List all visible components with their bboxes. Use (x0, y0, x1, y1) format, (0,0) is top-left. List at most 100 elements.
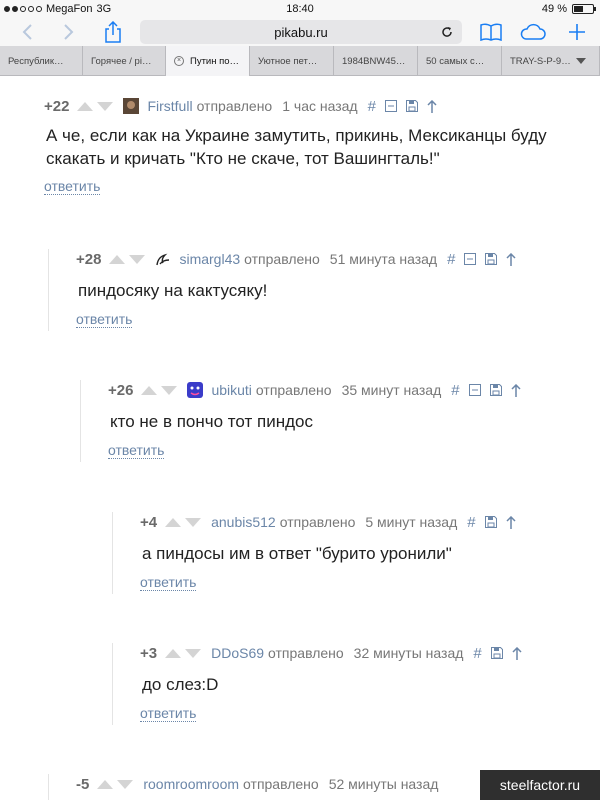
comment: +3 DDoS69 отправлено 32 минуты назад # д… (112, 643, 600, 725)
vote-up-icon[interactable] (97, 779, 114, 789)
vote-down-icon[interactable] (97, 101, 114, 111)
vote-up-icon[interactable] (165, 648, 182, 658)
thread-line (112, 512, 113, 594)
avatar (156, 253, 170, 266)
comment-author[interactable]: DDoS69 (211, 645, 264, 661)
vote-down-icon[interactable] (185, 648, 202, 658)
collapse-icon[interactable] (384, 100, 397, 112)
comment-actions: # (368, 98, 437, 115)
parent-arrow-icon[interactable] (506, 252, 516, 266)
comment-text: а пиндосы им в ответ "бурито уронили" (142, 542, 452, 565)
comment-time: 5 минут назад (365, 514, 458, 530)
tab-1[interactable]: Республик… (0, 46, 83, 76)
forward-button[interactable] (56, 20, 82, 44)
comment-link-icon[interactable]: # (451, 382, 459, 399)
vote-up-icon[interactable] (77, 101, 94, 111)
thread-line (48, 249, 49, 331)
comment-rating: +4 (140, 513, 158, 531)
comments-thread: +22 Firstfull отправлено 1 час назад # А… (0, 77, 600, 800)
new-tab-button[interactable] (564, 20, 590, 44)
avatar (187, 382, 204, 398)
tab-4[interactable]: Уютное пет… (250, 46, 334, 76)
comment-author[interactable]: simargl43 (179, 251, 240, 267)
comment-text-line: пиндосяку на кактусяку! (78, 281, 268, 300)
vote-down-icon[interactable] (185, 517, 202, 527)
back-button[interactable] (14, 20, 40, 44)
vote-up-icon[interactable] (109, 254, 126, 264)
collapse-icon[interactable] (468, 384, 481, 396)
thread-line (80, 380, 81, 462)
reply-link[interactable]: ответить (140, 705, 197, 722)
watermark: steelfactor.ru (480, 770, 600, 800)
comment-link-icon[interactable]: # (467, 514, 475, 531)
parent-arrow-icon[interactable] (506, 515, 516, 529)
tab-3-active[interactable]: × Путин по… (166, 46, 250, 76)
comment-text-line: А че, если как на Украине замутить, прик… (46, 126, 547, 145)
comment-rating: -5 (76, 775, 90, 793)
comment-header: -5 roomroomroom отправлено 52 минуты наз… (76, 774, 438, 794)
comment-link-icon[interactable]: # (447, 251, 455, 268)
tab-5[interactable]: 1984BNW45… (334, 46, 418, 76)
carrier-name: MegaFon (46, 3, 93, 15)
save-icon[interactable] (489, 384, 502, 396)
status-bar: MegaFon 3G 18:40 49 % (0, 0, 600, 18)
comment-sent-label: отправлено (244, 251, 320, 267)
comment-sent-label: отправлено (196, 98, 273, 114)
reply-link[interactable]: ответить (140, 574, 197, 591)
comment: +22 Firstfull отправлено 1 час назад # А… (44, 96, 600, 206)
chevron-right-icon (64, 24, 74, 40)
comment-author[interactable]: Firstfull (147, 98, 192, 114)
comment-actions: # (447, 251, 516, 268)
save-icon[interactable] (485, 253, 498, 265)
reply-link[interactable]: ответить (76, 311, 133, 328)
tab-2[interactable]: Горячее / pi… (83, 46, 166, 76)
collapse-icon[interactable] (464, 253, 477, 265)
reply-link[interactable]: ответить (44, 178, 101, 195)
network-type: 3G (96, 3, 112, 15)
comment-text: кто не в пончо тот пиндос (110, 410, 313, 433)
close-tab-icon[interactable]: × (174, 56, 184, 66)
save-icon[interactable] (490, 647, 503, 659)
parent-arrow-icon[interactable] (512, 646, 522, 660)
comment-text-line: до слез:D (142, 675, 219, 694)
save-icon[interactable] (484, 516, 497, 528)
battery-level (574, 6, 583, 12)
parent-arrow-icon[interactable] (511, 383, 521, 397)
comment-text-line: кто не в пончо тот пиндос (110, 412, 313, 431)
parent-arrow-icon[interactable] (427, 99, 437, 113)
tab-label: TRAY-S-P-9… (510, 55, 571, 67)
tab-label: Горячее / pi… (91, 55, 152, 67)
comment-time: 32 минуты назад (353, 645, 464, 661)
url-text: pikabu.ru (274, 24, 328, 40)
vote-up-icon[interactable] (141, 385, 158, 395)
comment-header: +26 ubikuti отправлено 35 минут назад # (108, 380, 521, 400)
icloud-tabs-button[interactable] (520, 20, 546, 44)
comment-sent-label: отправлено (243, 776, 319, 792)
vote-down-icon[interactable] (129, 254, 146, 264)
tab-6[interactable]: 50 самых с… (418, 46, 502, 76)
save-icon[interactable] (405, 100, 418, 112)
bookmarks-button[interactable] (478, 20, 504, 44)
comment-time: 52 минуты назад (328, 776, 439, 792)
vote-up-icon[interactable] (165, 517, 182, 527)
tabs-overflow-icon[interactable] (576, 58, 586, 64)
comment-time: 1 час назад (282, 98, 358, 114)
reply-link[interactable]: ответить (108, 442, 165, 459)
comment-header: +3 DDoS69 отправлено 32 минуты назад # (140, 643, 522, 663)
reload-button[interactable] (438, 23, 456, 41)
address-bar[interactable]: pikabu.ru (140, 20, 462, 44)
comment-author[interactable]: anubis512 (211, 514, 276, 530)
share-button[interactable] (100, 20, 126, 44)
battery-percent: 49 % (541, 3, 567, 15)
book-icon (480, 23, 502, 41)
vote-down-icon[interactable] (161, 385, 178, 395)
vote-down-icon[interactable] (117, 779, 134, 789)
comment-author[interactable]: roomroomroom (143, 776, 239, 792)
tab-label: Республик… (8, 55, 64, 67)
comment-link-icon[interactable]: # (473, 645, 481, 662)
comment-author[interactable]: ubikuti (211, 382, 251, 398)
comment-rating: +22 (44, 97, 70, 115)
tab-bar: Республик… Горячее / pi… × Путин по… Уютн… (0, 46, 600, 76)
plus-icon (569, 24, 585, 40)
comment-link-icon[interactable]: # (368, 98, 376, 115)
